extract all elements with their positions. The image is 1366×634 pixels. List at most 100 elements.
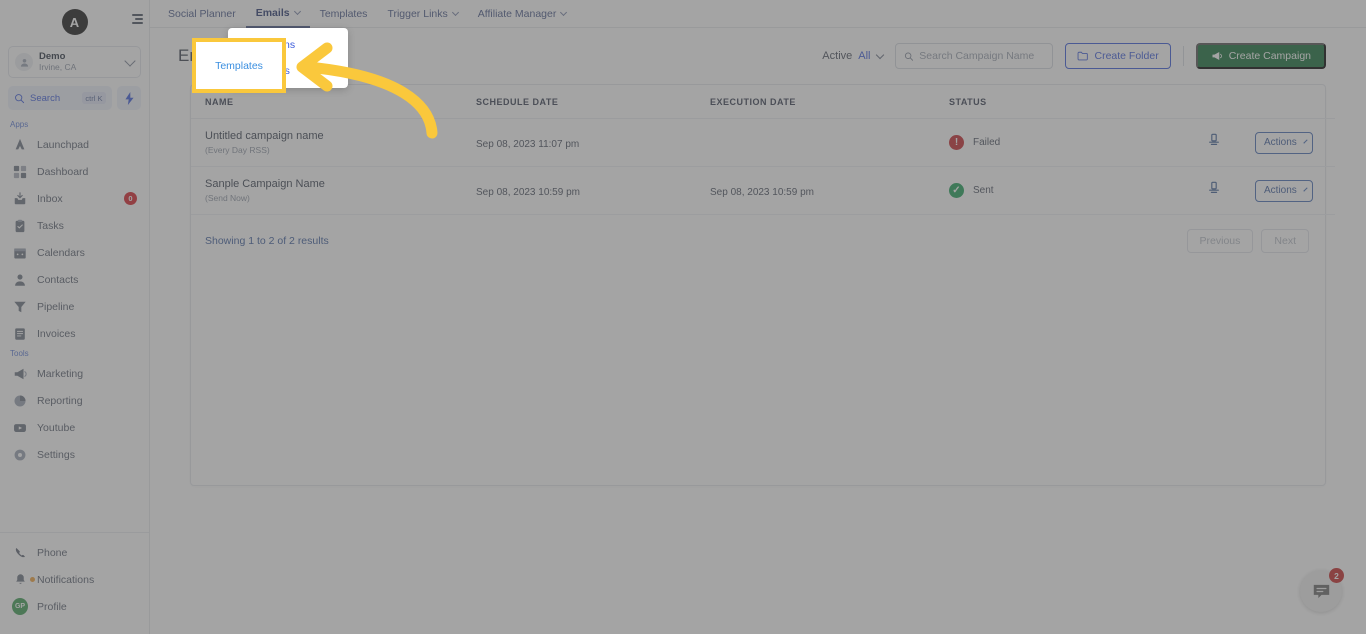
actions-dropdown-button[interactable]: Actions [1255,179,1313,202]
logo-row: A [0,0,149,44]
pie-chart-icon [12,393,28,409]
sidebar-item-youtube[interactable]: Youtube [6,414,143,441]
cell-execution-date [710,118,949,167]
sidebar-item-settings[interactable]: Settings [6,441,143,468]
sidebar-item-marketing[interactable]: Marketing [6,360,143,387]
chevron-down-icon [451,8,459,16]
workspace-text: Demo Irvine, CA [39,52,120,72]
sidebar-item-label: Launchpad [37,138,89,151]
main-content: Email Campaigns Active All Create Folder [150,28,1366,634]
sidebar-item-label: Tasks [37,219,64,232]
campaign-search-wrap[interactable] [894,43,1053,69]
sidebar-item-label: Profile [37,600,67,613]
campaign-subtitle: (Every Day RSS) [205,145,270,155]
tab-trigger-links[interactable]: Trigger Links [377,0,467,28]
sidebar-item-phone[interactable]: Phone [6,539,143,566]
schedule-date-value: Sep 08, 2023 11:07 pm [476,138,580,150]
workspace-location: Irvine, CA [39,61,77,72]
profile-initials: GP [12,598,28,615]
bell-icon [12,572,35,588]
duplicate-icon[interactable] [1207,181,1221,199]
sidebar-bottom: Phone Notifications GP Profile [0,522,149,634]
page-header-actions: Active All Create Folder Create Campaign [822,43,1326,69]
sidebar-item-profile[interactable]: GP Profile [6,593,143,620]
cell-name: Sanple Campaign Name (Send Now) [191,166,476,215]
sidebar-apps-list: Launchpad Dashboard Inbox 0 Tasks Calend… [0,131,149,347]
pagination: Showing 1 to 2 of 2 results Previous Nex… [191,215,1325,253]
bolt-icon [124,91,134,105]
tab-affiliate-manager[interactable]: Affiliate Manager [468,0,577,28]
header-divider [1182,46,1184,66]
next-page-button[interactable]: Next [1261,229,1309,253]
sidebar-collapse-toggle[interactable] [132,14,143,24]
cell-actions: Actions [1255,118,1335,167]
dropdown-item-campaigns[interactable]: Campaigns [228,32,348,58]
sidebar-item-notifications[interactable]: Notifications [6,566,143,593]
sidebar-item-invoices[interactable]: Invoices [6,320,143,347]
actions-label: Actions [1264,185,1297,196]
active-filter-dropdown[interactable]: Active All [822,50,884,62]
tab-emails[interactable]: Emails [245,0,310,28]
emails-dropdown-menu: Campaigns Templates [228,28,348,88]
sidebar-section-apps-label: Apps [10,120,29,129]
create-campaign-button[interactable]: Create Campaign [1195,43,1326,69]
create-folder-button[interactable]: Create Folder [1064,43,1171,69]
tab-templates[interactable]: Templates [310,0,378,28]
search-icon [904,52,913,61]
tab-social-planner[interactable]: Social Planner [158,0,246,28]
tab-label: Templates [319,7,368,20]
campaign-subtitle: (Send Now) [205,193,250,203]
sidebar-item-label: Dashboard [37,165,89,178]
chat-unread-badge: 2 [1329,568,1344,583]
chevron-down-icon [293,7,301,15]
column-header-actions [1255,85,1335,119]
cell-status: ✓ Sent [949,166,1207,215]
actions-label: Actions [1264,137,1297,148]
chevron-down-icon [1303,138,1308,144]
column-header-schedule-date: SCHEDULE DATE [476,85,710,119]
sidebar-item-dashboard[interactable]: Dashboard [6,158,143,185]
sidebar-item-label: Marketing [37,367,84,380]
sidebar-section-tools-label: Tools [10,349,29,358]
top-navigation: Social Planner Emails Templates Trigger … [150,0,1366,28]
clipboard-check-icon [12,218,28,234]
megaphone-icon [1212,51,1222,61]
sidebar-item-contacts[interactable]: Contacts [6,266,143,293]
sidebar-item-launchpad[interactable]: Launchpad [6,131,143,158]
sidebar-item-tasks[interactable]: Tasks [6,212,143,239]
cell-schedule-date: Sep 08, 2023 10:59 pm [476,166,710,215]
dropdown-item-templates[interactable]: Templates [228,58,348,84]
tab-label: Trigger Links [387,7,448,20]
filter-label: Active [822,50,853,62]
sidebar-bottom-list: Phone Notifications GP Profile [0,539,149,620]
cell-actions: Actions [1255,166,1335,215]
search-button[interactable]: Search ctrl K [8,86,112,110]
table-row[interactable]: Untitled campaign name (Every Day RSS) S… [191,118,1335,167]
quick-action-button[interactable] [117,86,141,110]
chevron-down-icon [1303,186,1308,192]
workspace-selector[interactable]: Demo Irvine, CA [8,46,141,78]
workspace-avatar-icon [15,53,33,71]
sidebar-item-reporting[interactable]: Reporting [6,387,143,414]
search-label: Search [30,92,61,104]
sidebar-item-label: Inbox [37,192,63,205]
previous-page-button[interactable]: Previous [1186,229,1254,253]
folder-icon [1077,51,1088,61]
grid-icon [12,164,28,180]
table-row[interactable]: Sanple Campaign Name (Send Now) Sep 08, … [191,166,1335,215]
campaign-name: Untitled campaign name [205,130,324,142]
search-input[interactable] [919,50,1044,62]
sidebar-item-calendars[interactable]: Calendars [6,239,143,266]
tab-label: Emails [255,6,290,19]
sidebar-item-pipeline[interactable]: Pipeline [6,293,143,320]
pagination-buttons: Previous Next [1186,229,1309,253]
app-logo[interactable]: A [61,9,88,35]
chat-widget-button[interactable]: 2 [1300,568,1344,612]
duplicate-icon[interactable] [1207,133,1221,151]
actions-dropdown-button[interactable]: Actions [1255,131,1313,154]
chevron-down-icon [124,54,136,67]
sidebar-item-inbox[interactable]: Inbox 0 [6,185,143,212]
sidebar-item-label: Phone [37,546,68,559]
inbox-badge: 0 [124,192,137,205]
person-icon [12,272,28,288]
